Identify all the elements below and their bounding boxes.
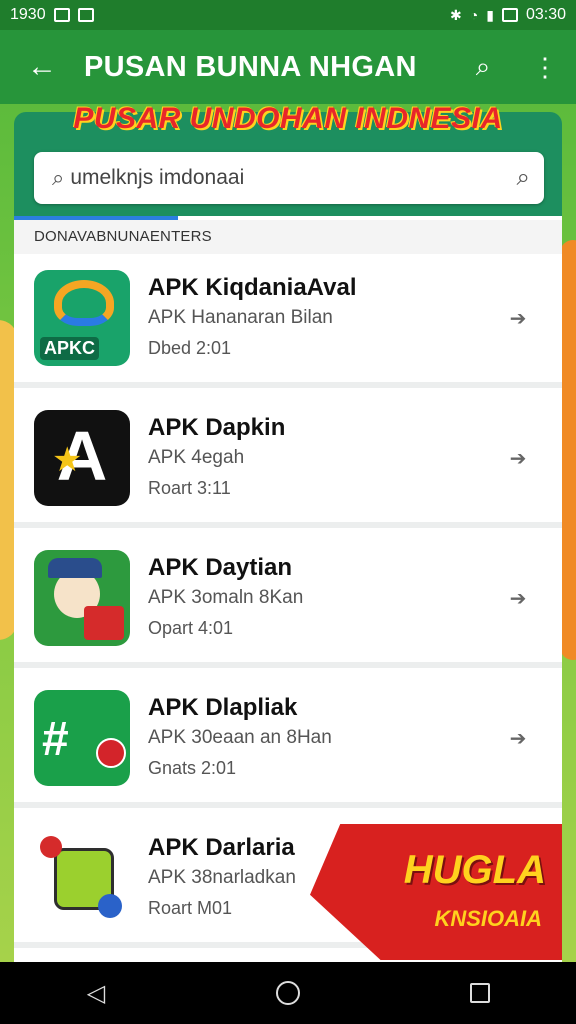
search-input-value: umelknjs imdonaai [70,166,245,189]
search-input[interactable]: ⌕ umelknjs imdonaai ⌕ [34,152,544,204]
open-arrow-icon[interactable]: ➔ [494,434,542,482]
badge-icon [40,836,62,858]
app-meta: Dbed 2:01 [148,338,232,358]
battery-icon [501,8,518,22]
app-subtitle: APK 4egah [148,447,245,468]
bluetooth-icon: ✱ [450,7,462,23]
list-item[interactable]: APK Daytian APK 3omaln 8Kan Opart 4:01 ➔ [14,534,562,668]
search-button[interactable]: ⌕ [452,30,514,104]
notification-icon [53,8,70,22]
open-arrow-icon[interactable]: ➔ [494,574,542,622]
search-submit-icon[interactable]: ⌕ [517,164,530,192]
app-meta: Opart 4:01 [148,618,234,638]
app-icon-glyph: # [42,713,69,766]
status-bar: 1930 ✱ ◔ ▮ 03:30 [0,0,576,30]
banner-title: PUSAR UNDOHAN INDNESIA [73,102,503,135]
app-bar-title: PUSAN BUNNA NHGAN [84,50,417,83]
wifi-icon: ◔ [469,7,479,23]
promo-headline: HUGLA [403,848,546,892]
nav-recents-button[interactable] [450,968,510,1018]
search-icon: ⌕ [475,51,491,81]
signal-icon: ▮ [486,7,494,23]
gift-icon [84,606,124,640]
app-name: APK Dapkin [148,414,286,441]
list-item[interactable]: A ★ APK Dapkin APK 4egah Roart 3:11 ➔ [14,394,562,528]
mail-icon [77,8,94,22]
open-arrow-icon[interactable]: ➔ [494,294,542,342]
more-vert-icon: ⋮ [532,51,558,82]
more-options-button[interactable]: ⋮ [514,30,576,104]
nav-home-button[interactable] [258,968,318,1018]
nav-back-button[interactable]: ◁ [66,968,126,1018]
search-prefix-icon: ⌕ [52,165,65,190]
app-name: APK Dlapliak [148,694,298,721]
app-logo-icon [54,280,114,326]
app-subtitle: APK 3omaln 8Kan [148,587,304,608]
app-icon [34,830,130,926]
app-subtitle: APK 30eaan an 8Han [148,727,332,748]
app-name: APK KiqdaniaAval [148,274,357,301]
character-hat-icon [48,558,102,578]
section-header: DONAVABNUNAENTERS [14,220,562,254]
list-item[interactable]: # APK Dlapliak APK 30eaan an 8Han Gnats … [14,674,562,808]
back-button[interactable]: ← [0,30,84,104]
decorative-character-right [560,240,576,660]
star-icon: ★ [52,441,83,479]
wheel-icon [98,894,122,918]
app-name: APK Daytian [148,554,293,581]
badge-icon [96,738,126,768]
status-time-right: 03:30 [525,6,566,23]
app-meta: Gnats 2:01 [148,758,237,778]
app-subtitle: APK Hananaran Bilan [148,307,333,328]
app-icon: A ★ [34,410,130,506]
promo-subline: KNSIOAIA [434,906,542,931]
arrow-left-icon: ← [27,50,57,83]
status-time-left: 1930 [10,6,46,23]
circle-home-icon [276,981,300,1005]
system-nav-bar: ◁ [0,962,576,1024]
open-arrow-icon[interactable]: ➔ [494,714,542,762]
app-icon-label: APKC [40,337,100,360]
app-icon: # [34,690,130,786]
square-recents-icon [470,983,490,1003]
app-icon [34,550,130,646]
list-item[interactable]: APKC APK KiqdaniaAval APK Hananaran Bila… [14,254,562,388]
app-bar: ← PUSAN BUNNA NHGAN ⌕ ⋮ [0,30,576,104]
app-meta: Roart 3:11 [148,478,231,498]
app-icon: APKC [34,270,130,366]
triangle-back-icon: ◁ [86,979,106,1007]
